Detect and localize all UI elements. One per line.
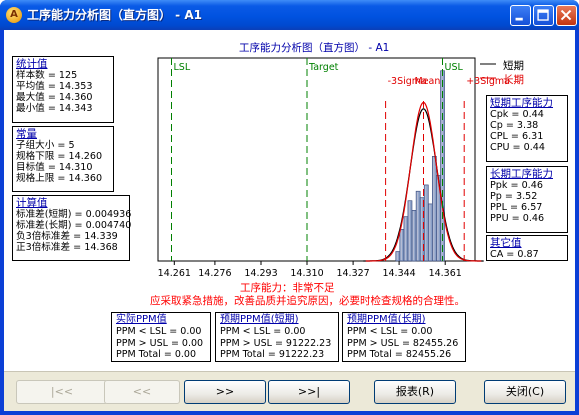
legend-swatches xyxy=(480,63,496,79)
x-tick-label: 14.261 xyxy=(158,268,191,279)
long-capability-title: 长期工序能力 xyxy=(490,168,553,180)
target-label: Target xyxy=(308,62,339,73)
histogram-bar-shine xyxy=(420,198,423,261)
ppm-actual-row: PPM Total = 0.00 xyxy=(116,349,197,360)
ppm-actual-title: 实际PPM值 xyxy=(116,314,167,325)
other-values-row: CA = 0.87 xyxy=(490,249,539,260)
x-tick-label: 14.310 xyxy=(290,268,323,279)
long-capability-row: Pp = 3.52 xyxy=(490,191,538,202)
ppm-long-row: PPM Total = 82455.26 xyxy=(347,349,452,360)
other-values-box: 其它值 CA = 0.87 xyxy=(486,235,568,261)
close-window-button[interactable] xyxy=(556,5,577,26)
other-values-title: 其它值 xyxy=(490,237,522,249)
next-page-button[interactable]: >> xyxy=(184,380,266,404)
maximize-icon xyxy=(537,9,549,21)
short-capability-row: CPU = 0.44 xyxy=(490,142,546,153)
ppm-long-box: 预期PPM值(长期) PPM < LSL = 0.00 PPM > USL = … xyxy=(342,312,466,362)
short-capability-box: 短期工序能力 Cpk = 0.44 Cp = 3.38 CPL = 6.31 C… xyxy=(486,95,568,162)
ppm-actual-row: PPM > USL = 0.00 xyxy=(116,337,204,349)
x-tick-label: 14.276 xyxy=(198,268,231,279)
legend-short: 短期 xyxy=(503,60,524,72)
ppm-short-row: PPM Total = 91222.23 xyxy=(220,349,325,360)
ppm-short-row: PPM > USL = 91222.23 xyxy=(220,337,332,349)
usl-label: USL xyxy=(445,62,464,73)
minimize-icon xyxy=(515,17,523,21)
short-capability-row: Cpk = 0.44 xyxy=(490,109,544,120)
histogram-bar-shine xyxy=(429,204,431,261)
histogram-bar-shine xyxy=(408,201,411,261)
first-page-button[interactable]: |<< xyxy=(16,380,108,404)
capability-advice: 应采取紧急措施，改善品质并追究原因，必要时检查规格的合理性。 xyxy=(150,295,465,307)
mean-label: Mean xyxy=(415,76,441,87)
app-a-icon: A xyxy=(6,7,22,23)
histogram-bar-shine xyxy=(416,192,419,261)
window-title: 工序能力分析图（直方图） - A1 xyxy=(27,8,202,22)
long-capability-row: PPU = 0.46 xyxy=(490,213,545,224)
histogram-bar-shine xyxy=(396,252,398,261)
legend-long: 长期 xyxy=(503,74,524,86)
short-capability-row: CPL = 6.31 xyxy=(490,131,544,142)
button-bar: |<< << >> >>| 报表(R) 关闭(C) xyxy=(4,371,575,411)
ppm-short-row: PPM < LSL = 0.00 xyxy=(220,326,306,337)
long-capability-row: Ppk = 0.46 xyxy=(490,180,543,191)
short-capability-title: 短期工序能力 xyxy=(490,97,553,109)
report-button[interactable]: 报表(R) xyxy=(374,380,456,404)
ppm-long-row: PPM > USL = 82455.26 xyxy=(347,337,459,349)
ppm-long-row: PPM < LSL = 0.00 xyxy=(347,326,433,337)
minimize-button[interactable] xyxy=(510,5,531,26)
ppm-short-title: 预期PPM值(短期) xyxy=(220,314,299,325)
app-window: A 工序能力分析图（直方图） - A1 工序能力分析图（直方图） - A1 统计… xyxy=(0,0,579,415)
prev-page-button[interactable]: << xyxy=(104,380,180,404)
close-button[interactable]: 关闭(C) xyxy=(484,380,566,404)
histogram-bar-shine xyxy=(433,157,435,261)
x-tick-label: 14.344 xyxy=(382,268,415,279)
ppm-long-title: 预期PPM值(长期) xyxy=(347,314,426,325)
histogram-bar-shine xyxy=(412,211,415,261)
last-page-button[interactable]: >>| xyxy=(268,380,350,404)
long-capability-box: 长期工序能力 Ppk = 0.46 Pp = 3.52 PPL = 6.57 P… xyxy=(486,166,568,233)
long-capability-row: PPL = 6.57 xyxy=(490,202,543,213)
title-bar[interactable]: A 工序能力分析图（直方图） - A1 xyxy=(0,0,579,30)
x-tick-label: 14.293 xyxy=(244,268,277,279)
histogram-bar-shine xyxy=(437,176,439,261)
x-tick-label: 14.327 xyxy=(336,268,369,279)
histogram-bar-shine xyxy=(425,185,427,261)
short-capability-row: Cp = 3.38 xyxy=(490,120,539,131)
ppm-actual-box: 实际PPM值 PPM < LSL = 0.00 PPM > USL = 0.00… xyxy=(111,312,211,362)
close-icon xyxy=(560,9,572,21)
x-tick-label: 14.361 xyxy=(429,268,462,279)
maximize-button[interactable] xyxy=(533,5,554,26)
lsl-label: LSL xyxy=(174,62,191,73)
client-area: 工序能力分析图（直方图） - A1 统计值 样本数 = 125 平均值 = 14… xyxy=(4,30,575,411)
histogram-bar-shine xyxy=(404,217,407,261)
histogram-bar-shine xyxy=(400,230,402,261)
histogram-bar-shine xyxy=(441,71,443,261)
ppm-actual-row: PPM < LSL = 0.00 xyxy=(116,326,202,337)
ppm-short-box: 预期PPM值(短期) PPM < LSL = 0.00 PPM > USL = … xyxy=(215,312,339,362)
